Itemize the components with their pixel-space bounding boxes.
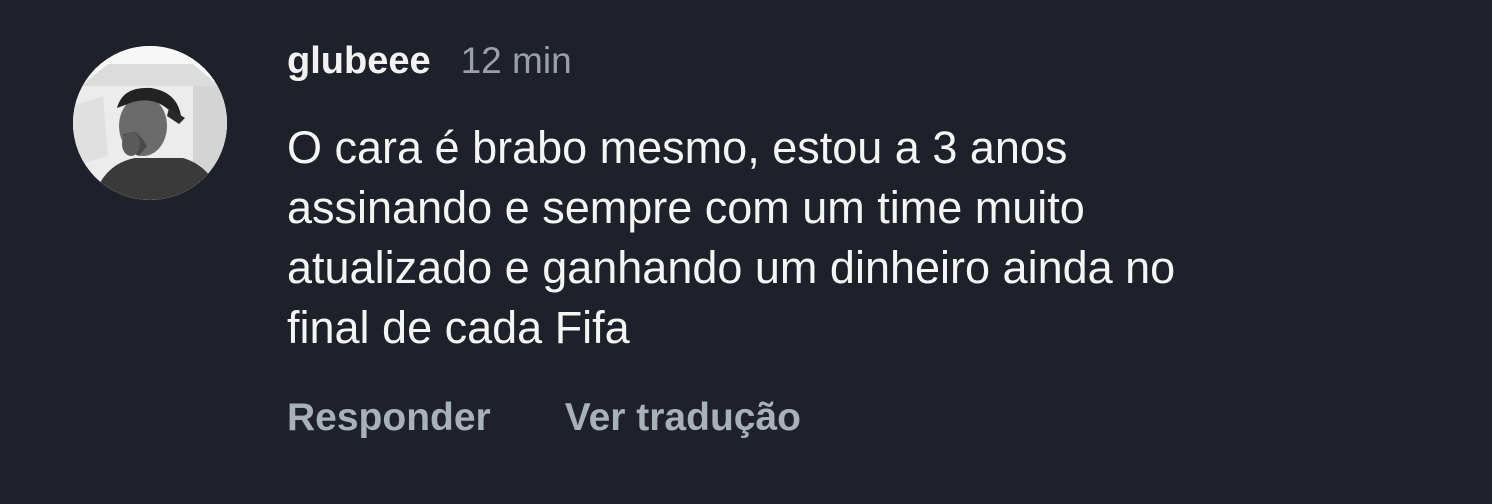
comment-text: O cara é brabo mesmo, estou a 3 anos ass…: [287, 118, 1437, 358]
avatar[interactable]: [73, 46, 227, 200]
user-photo: [73, 46, 227, 200]
comment-item: glubeee 12 min O cara é brabo mesmo, est…: [0, 0, 1492, 504]
comment-timestamp: 12 min: [460, 40, 572, 81]
comment-text-line: final de cada Fifa: [287, 302, 630, 353]
comment-header: glubeee 12 min: [287, 40, 572, 90]
comment-text-line: assinando e sempre com um time muito: [287, 182, 1085, 233]
username-link[interactable]: glubeee: [287, 40, 431, 83]
comment-actions: Responder Ver tradução: [287, 396, 801, 440]
comment-text-line: O cara é brabo mesmo, estou a 3 anos: [287, 122, 1068, 173]
see-translation-button[interactable]: Ver tradução: [565, 396, 801, 440]
reply-button[interactable]: Responder: [287, 396, 491, 440]
comment-text-line: atualizado e ganhando um dinheiro ainda …: [287, 242, 1176, 293]
